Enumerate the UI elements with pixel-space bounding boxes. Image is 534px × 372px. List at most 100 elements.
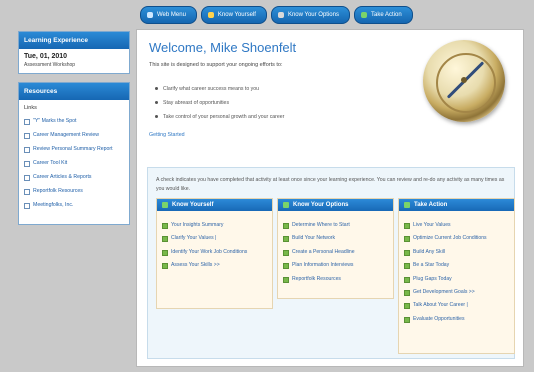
column-title: Know Yourself <box>172 202 214 208</box>
learning-experience-card: Learning Experience Tue, 01, 2010 Assess… <box>18 31 130 74</box>
options-icon <box>277 12 284 18</box>
resource-link[interactable]: Career Articles & Reports <box>24 174 124 182</box>
goal-text: Clarify what career success means to you <box>163 86 260 92</box>
resource-link-label: Career Management Review <box>33 132 100 139</box>
compass-ring <box>436 53 496 113</box>
nav-label: Web Menu <box>157 12 186 18</box>
column-header-icon <box>404 202 410 208</box>
checkmark-icon <box>283 263 289 270</box>
goal-item: Stay abreast of opportunities <box>155 100 284 106</box>
link-icon <box>24 203 30 210</box>
column-header: Know Yourself <box>157 199 272 211</box>
checkmark-icon <box>404 276 410 283</box>
checkmark-icon <box>404 223 410 229</box>
activity-link[interactable]: Plan Information Interviews <box>283 262 388 270</box>
activity-label: Determine Where to Start <box>292 222 350 228</box>
column-header: Know Your Options <box>278 199 393 211</box>
activity-columns: Know Yourself Your Insights Summary Clar… <box>156 198 515 354</box>
goals-list: Clarify what career success means to you… <box>155 78 284 128</box>
know-your-options-column: Know Your Options Determine Where to Sta… <box>277 198 394 299</box>
checkmark-icon <box>404 263 410 270</box>
links-header: Links <box>24 105 37 111</box>
activity-label: Assess Your Skills >> <box>171 262 220 269</box>
bullet-icon <box>155 115 158 118</box>
main-content: Welcome, Mike Shoenfelt This site is des… <box>136 29 524 367</box>
activity-link[interactable]: Talk About Your Career | <box>404 302 509 310</box>
activity-label: Get Development Goals >> <box>413 288 475 295</box>
activity-link[interactable]: Be a Star Today <box>404 262 509 270</box>
resource-link[interactable]: Career Management Review <box>24 132 124 140</box>
activities-instructions: A check indicates you have completed tha… <box>156 177 505 192</box>
page-title: Welcome, Mike Shoenfelt <box>149 40 297 55</box>
activity-link[interactable]: Build Your Network <box>283 235 388 243</box>
nav-label: Know Yourself <box>217 12 256 18</box>
nav-web-menu-button[interactable]: Web Menu <box>140 6 197 24</box>
checkmark-icon <box>162 249 168 256</box>
resource-link[interactable]: Reportfolk Resources <box>24 188 124 196</box>
activity-label: Your Insights Summary <box>171 222 224 228</box>
link-icon <box>24 189 30 196</box>
activity-label: Create a Personal Headline <box>292 248 355 255</box>
activity-label: Be a Star Today <box>413 262 450 269</box>
activity-label: Reportfolk Resources <box>292 275 341 282</box>
resource-link-label: Meetingfolks, Inc. <box>33 202 74 209</box>
activity-link[interactable]: Build Any Skill <box>404 249 509 256</box>
checkmark-icon <box>404 236 410 243</box>
activity-label: Talk About Your Career | <box>413 302 468 309</box>
activities-panel: A check indicates you have completed tha… <box>147 167 515 359</box>
activity-label: Optimize Current Job Conditions <box>413 235 487 242</box>
getting-started-link[interactable]: Getting Started <box>149 132 185 138</box>
checkmark-icon <box>283 223 289 229</box>
resource-link-label: Reportfolk Resources <box>33 188 83 195</box>
resources-header: Resources <box>19 83 129 100</box>
resource-link[interactable]: Review Personal Summary Report <box>24 146 124 154</box>
checkmark-icon <box>404 316 410 323</box>
checkmark-icon <box>162 223 168 229</box>
nav-know-yourself-button[interactable]: Know Yourself <box>200 6 267 24</box>
intro-text: This site is designed to support your on… <box>149 62 283 68</box>
bullet-icon <box>155 87 158 90</box>
activity-label: Evaluate Opportunities <box>413 315 465 322</box>
resource-link-label: Review Personal Summary Report <box>33 146 113 153</box>
activity-label: Build Your Network <box>292 235 336 242</box>
action-icon <box>360 12 367 18</box>
checkmark-icon <box>162 236 168 243</box>
link-icon <box>24 147 30 154</box>
activity-link[interactable]: Clarify Your Values | <box>162 235 267 243</box>
activity-link[interactable]: Identify Your Work Job Conditions <box>162 249 267 256</box>
bullet-icon <box>155 101 158 104</box>
checkmark-icon <box>404 303 410 310</box>
learning-experience-date: Tue, 01, 2010 <box>24 53 68 60</box>
compass-image <box>423 40 505 122</box>
checkmark-icon <box>404 249 410 256</box>
column-title: Take Action <box>414 202 448 208</box>
activity-link[interactable]: Determine Where to Start <box>283 222 388 229</box>
activity-label: Build Any Skill <box>413 248 445 255</box>
nav-take-action-button[interactable]: Take Action <box>353 6 413 24</box>
activity-link[interactable]: Evaluate Opportunities <box>404 316 509 323</box>
goal-item: Clarify what career success means to you <box>155 86 284 92</box>
link-icon <box>24 161 30 168</box>
activity-link[interactable]: Your Insights Summary <box>162 222 267 229</box>
activity-label: Plan Information Interviews <box>292 262 354 269</box>
activity-link[interactable]: Optimize Current Job Conditions <box>404 235 509 243</box>
activity-label: Clarify Your Values | <box>171 235 217 242</box>
link-icon <box>24 175 30 182</box>
activity-link[interactable]: Get Development Goals >> <box>404 289 509 296</box>
resource-link[interactable]: Meetingfolks, Inc. <box>24 202 124 210</box>
activity-link[interactable]: Live Your Values <box>404 222 509 229</box>
activity-link[interactable]: Reportfolk Resources <box>283 276 388 283</box>
resource-link[interactable]: "Y" Marks the Spot <box>24 118 124 125</box>
resource-link[interactable]: Career Tool Kit <box>24 160 124 168</box>
activity-label: Live Your Values <box>413 222 451 228</box>
link-icon <box>24 119 30 125</box>
learning-experience-header: Learning Experience <box>19 32 129 49</box>
home-icon <box>147 12 153 18</box>
activity-link[interactable]: Plug Gaps Today <box>404 276 509 283</box>
activity-link[interactable]: Assess Your Skills >> <box>162 262 267 270</box>
nav-know-your-options-button[interactable]: Know Your Options <box>270 6 350 24</box>
checkmark-icon <box>283 249 289 256</box>
goal-text: Take control of your personal growth and… <box>163 114 285 120</box>
activity-link[interactable]: Create a Personal Headline <box>283 249 388 256</box>
column-header-icon <box>162 202 168 208</box>
